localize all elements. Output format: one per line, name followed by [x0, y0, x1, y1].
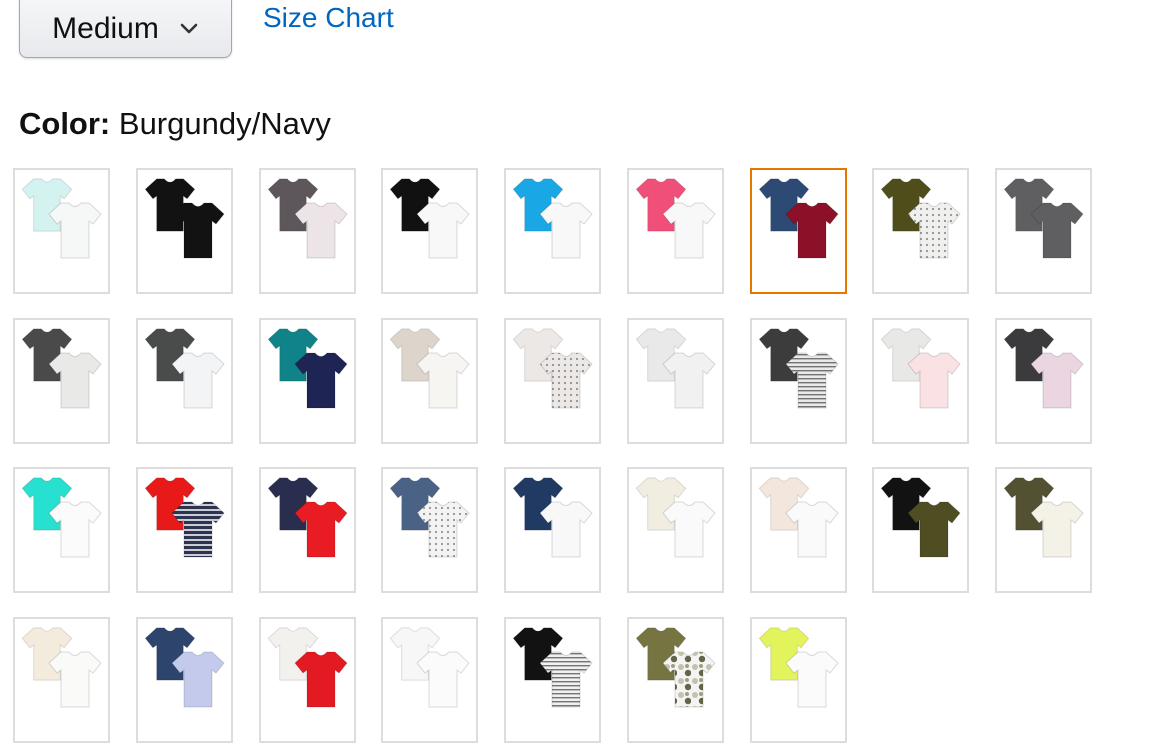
color-swatch[interactable]	[627, 467, 724, 593]
color-swatch[interactable]	[13, 168, 110, 294]
tshirt-pair-icon	[267, 627, 348, 708]
color-swatch[interactable]	[750, 467, 847, 593]
tshirt-pair-icon	[758, 328, 839, 409]
color-swatch[interactable]	[136, 467, 233, 593]
color-swatch[interactable]	[136, 168, 233, 294]
size-dropdown[interactable]: Medium	[19, 0, 232, 58]
color-swatch[interactable]	[627, 318, 724, 444]
tshirt-pair-icon	[758, 477, 839, 558]
tshirt-pair-icon	[21, 328, 102, 409]
tshirt-pair-icon	[267, 328, 348, 409]
color-swatch[interactable]	[627, 617, 724, 743]
tshirt-pair-icon	[389, 477, 470, 558]
tshirt-pair-icon	[144, 178, 225, 259]
color-swatch[interactable]	[750, 617, 847, 743]
color-swatch[interactable]	[381, 617, 478, 743]
color-swatch[interactable]	[995, 467, 1092, 593]
color-swatch[interactable]	[13, 318, 110, 444]
color-swatch[interactable]	[13, 467, 110, 593]
color-swatch[interactable]	[627, 168, 724, 294]
tshirt-pair-icon	[512, 328, 593, 409]
color-swatch[interactable]	[504, 318, 601, 444]
color-swatch[interactable]	[504, 467, 601, 593]
tshirt-pair-icon	[1003, 477, 1084, 558]
tshirt-pair-icon	[267, 477, 348, 558]
tshirt-pair-icon	[635, 627, 716, 708]
color-swatch[interactable]	[381, 168, 478, 294]
tshirt-pair-icon	[635, 328, 716, 409]
tshirt-pair-icon	[144, 627, 225, 708]
tshirt-pair-icon	[880, 328, 961, 409]
selected-color-value: Burgundy/Navy	[118, 106, 331, 141]
color-swatch[interactable]	[995, 168, 1092, 294]
tshirt-pair-icon	[758, 178, 839, 259]
color-swatch[interactable]	[750, 168, 847, 294]
color-swatch[interactable]	[872, 467, 969, 593]
color-swatch[interactable]	[259, 467, 356, 593]
chevron-down-icon	[180, 23, 198, 34]
tshirt-pair-icon	[512, 477, 593, 558]
color-swatch[interactable]	[872, 318, 969, 444]
tshirt-pair-icon	[758, 627, 839, 708]
color-swatch[interactable]	[381, 318, 478, 444]
color-swatch[interactable]	[259, 617, 356, 743]
color-swatch[interactable]	[381, 467, 478, 593]
tshirt-pair-icon	[144, 328, 225, 409]
color-swatch[interactable]	[259, 168, 356, 294]
size-chart-link[interactable]: Size Chart	[263, 2, 394, 34]
tshirt-pair-icon	[389, 178, 470, 259]
tshirt-pair-icon	[1003, 178, 1084, 259]
tshirt-pair-icon	[880, 477, 961, 558]
color-swatch[interactable]	[13, 617, 110, 743]
tshirt-pair-icon	[635, 477, 716, 558]
tshirt-pair-icon	[389, 328, 470, 409]
tshirt-pair-icon	[512, 178, 593, 259]
color-swatch[interactable]	[872, 168, 969, 294]
tshirt-pair-icon	[389, 627, 470, 708]
color-selection-line: Color: Burgundy/Navy	[19, 106, 331, 142]
tshirt-pair-icon	[21, 627, 102, 708]
color-swatch[interactable]	[136, 318, 233, 444]
tshirt-pair-icon	[267, 178, 348, 259]
tshirt-pair-icon	[635, 178, 716, 259]
tshirt-pair-icon	[21, 477, 102, 558]
color-swatch[interactable]	[136, 617, 233, 743]
tshirt-pair-icon	[512, 627, 593, 708]
color-swatch[interactable]	[504, 168, 601, 294]
tshirt-pair-icon	[144, 477, 225, 558]
color-swatch[interactable]	[504, 617, 601, 743]
tshirt-pair-icon	[1003, 328, 1084, 409]
color-swatch[interactable]	[995, 318, 1092, 444]
color-swatch[interactable]	[750, 318, 847, 444]
color-swatch[interactable]	[259, 318, 356, 444]
tshirt-pair-icon	[21, 178, 102, 259]
size-dropdown-value: Medium	[52, 12, 159, 45]
tshirt-pair-icon	[880, 178, 961, 259]
color-label: Color:	[19, 106, 111, 141]
